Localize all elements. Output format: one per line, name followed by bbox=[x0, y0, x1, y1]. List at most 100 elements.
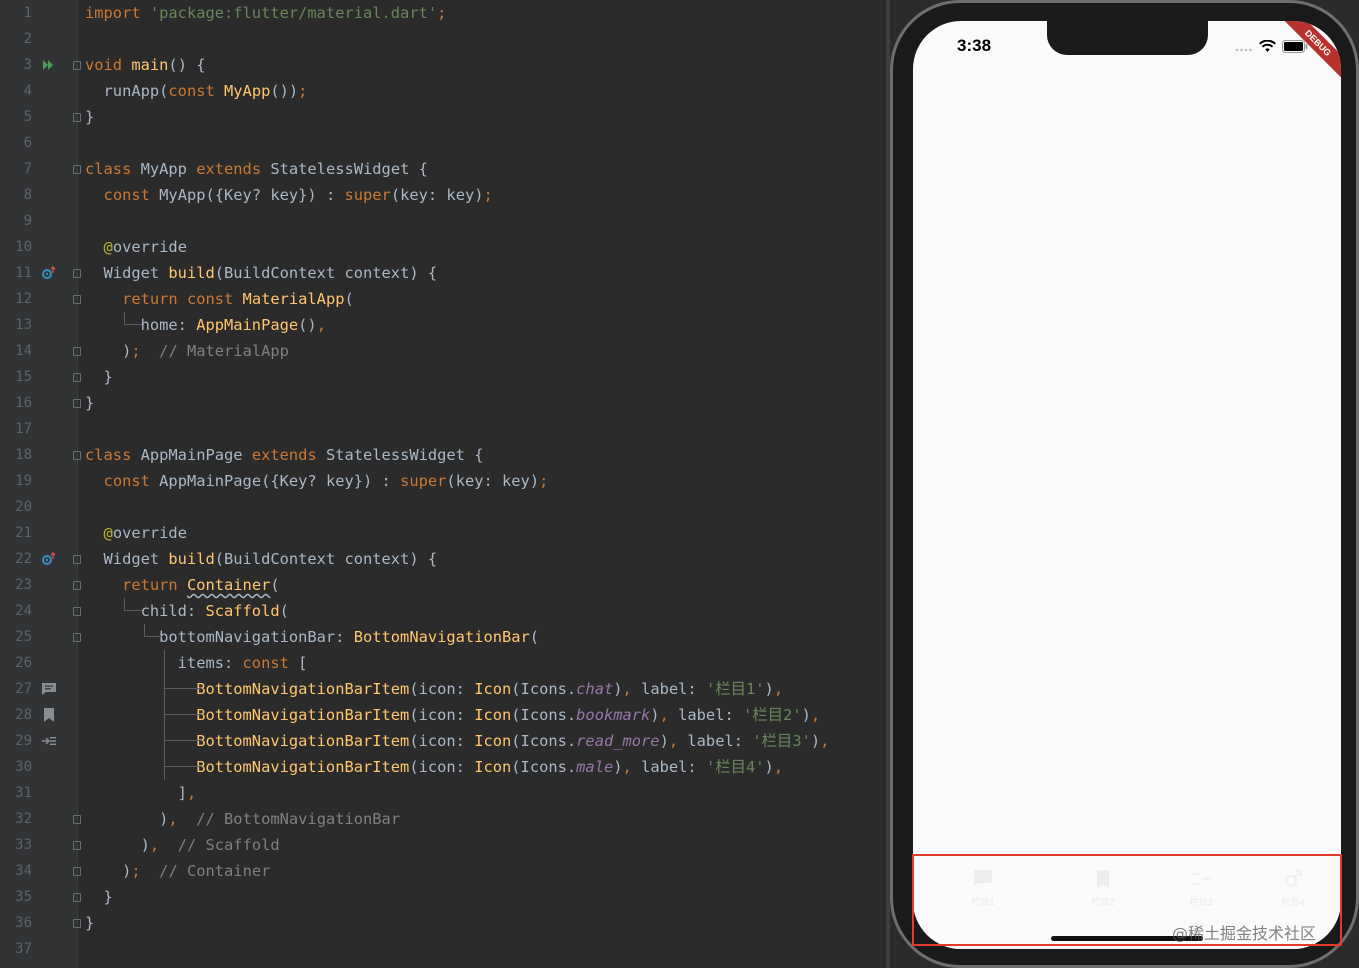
code-line[interactable]: return const MaterialApp( bbox=[78, 286, 886, 312]
code-line[interactable]: ], bbox=[78, 780, 886, 806]
run-icon[interactable] bbox=[40, 52, 58, 78]
code-line[interactable]: home: AppMainPage(), bbox=[78, 312, 886, 338]
read-more-icon[interactable] bbox=[40, 728, 58, 754]
code-token: runApp( bbox=[85, 82, 169, 100]
code-line[interactable]: } bbox=[78, 104, 886, 130]
code-line[interactable]: } bbox=[78, 910, 886, 936]
code-line[interactable]: @override bbox=[78, 520, 886, 546]
line-number[interactable]: 35 bbox=[0, 884, 32, 910]
code-token: (key: key) bbox=[390, 186, 484, 204]
line-number[interactable]: 23 bbox=[0, 572, 32, 598]
code-token: (key: key) bbox=[446, 472, 540, 490]
line-number[interactable]: 20 bbox=[0, 494, 32, 520]
line-number[interactable]: 5 bbox=[0, 104, 32, 130]
line-number[interactable]: 7 bbox=[0, 156, 32, 182]
code-line[interactable]: return Container( bbox=[78, 572, 886, 598]
code-line[interactable]: BottomNavigationBarItem(icon: Icon(Icons… bbox=[78, 754, 886, 780]
code-line[interactable]: class AppMainPage extends StatelessWidge… bbox=[78, 442, 886, 468]
code-line[interactable] bbox=[78, 936, 886, 962]
code-line[interactable] bbox=[78, 208, 886, 234]
line-number[interactable]: 11 bbox=[0, 260, 32, 286]
code-editor[interactable]: 1 2 3 4 5 6 7 8 9 10 11 12 13 14 15 16 17 18 19 20 21 22 23 24 2… bbox=[0, 0, 886, 968]
line-number[interactable]: 24 bbox=[0, 598, 32, 624]
line-number[interactable]: 12 bbox=[0, 286, 32, 312]
line-number[interactable]: 36 bbox=[0, 910, 32, 936]
code-line[interactable]: void main() { bbox=[78, 52, 886, 78]
code-token: () { bbox=[168, 56, 206, 74]
line-number[interactable]: 33 bbox=[0, 832, 32, 858]
code-token: () bbox=[298, 316, 317, 334]
code-line[interactable]: } bbox=[78, 884, 886, 910]
code-line[interactable] bbox=[78, 494, 886, 520]
code-token: @ bbox=[103, 524, 113, 542]
code-token: override bbox=[112, 524, 187, 542]
code-line[interactable]: child: Scaffold( bbox=[78, 598, 886, 624]
line-number[interactable]: 15 bbox=[0, 364, 32, 390]
code-token: (Icons. bbox=[511, 758, 577, 776]
override-icon[interactable] bbox=[40, 260, 58, 286]
code-line[interactable] bbox=[78, 26, 886, 52]
code-line[interactable]: ); // Container bbox=[78, 858, 886, 884]
code-line[interactable]: BottomNavigationBarItem(icon: Icon(Icons… bbox=[78, 702, 886, 728]
line-number[interactable]: 26 bbox=[0, 650, 32, 676]
code-line[interactable] bbox=[78, 416, 886, 442]
code-token: chat bbox=[576, 680, 614, 698]
line-number[interactable]: 28 bbox=[0, 702, 32, 728]
line-number[interactable]: 29 bbox=[0, 728, 32, 754]
phone-screen[interactable]: 3:38 DEBUG 栏目1 栏目2 栏目3 栏目4 bbox=[913, 21, 1341, 949]
line-number[interactable]: 30 bbox=[0, 754, 32, 780]
line-number[interactable]: 34 bbox=[0, 858, 32, 884]
code-line[interactable]: ), // Scaffold bbox=[78, 832, 886, 858]
code-line[interactable]: BottomNavigationBarItem(icon: Icon(Icons… bbox=[78, 676, 886, 702]
line-number[interactable]: 22 bbox=[0, 546, 32, 572]
code-token: '栏目1' bbox=[705, 680, 765, 698]
code-token: (icon: bbox=[409, 680, 475, 698]
line-number[interactable]: 2 bbox=[0, 26, 32, 52]
line-number[interactable]: 3 bbox=[0, 52, 32, 78]
line-number[interactable]: 16 bbox=[0, 390, 32, 416]
code-line[interactable]: bottomNavigationBar: BottomNavigationBar… bbox=[78, 624, 886, 650]
line-number[interactable]: 37 bbox=[0, 936, 32, 962]
code-line[interactable]: items: const [ bbox=[78, 650, 886, 676]
code-area[interactable]: import 'package:flutter/material.dart'; v… bbox=[78, 0, 886, 968]
line-number[interactable]: 4 bbox=[0, 78, 32, 104]
bookmark-icon[interactable] bbox=[40, 702, 58, 728]
line-number[interactable]: 31 bbox=[0, 780, 32, 806]
chat-icon[interactable] bbox=[40, 676, 58, 702]
code-line[interactable]: import 'package:flutter/material.dart'; bbox=[78, 0, 886, 26]
code-line[interactable]: const AppMainPage({Key? key}) : super(ke… bbox=[78, 468, 886, 494]
code-line[interactable]: const MyApp({Key? key}) : super(key: key… bbox=[78, 182, 886, 208]
line-number[interactable]: 10 bbox=[0, 234, 32, 260]
line-number[interactable]: 8 bbox=[0, 182, 32, 208]
code-line[interactable]: } bbox=[78, 364, 886, 390]
code-token: super bbox=[344, 186, 391, 204]
line-number[interactable]: 6 bbox=[0, 130, 32, 156]
code-line[interactable] bbox=[78, 130, 886, 156]
code-line[interactable]: runApp(const MyApp()); bbox=[78, 78, 886, 104]
code-line[interactable]: ); // MaterialApp bbox=[78, 338, 886, 364]
code-line[interactable]: } bbox=[78, 390, 886, 416]
line-number[interactable]: 19 bbox=[0, 468, 32, 494]
line-number[interactable]: 21 bbox=[0, 520, 32, 546]
code-line[interactable]: Widget build(BuildContext context) { bbox=[78, 546, 886, 572]
line-number[interactable]: 27 bbox=[0, 676, 32, 702]
line-number[interactable]: 17 bbox=[0, 416, 32, 442]
code-line[interactable]: Widget build(BuildContext context) { bbox=[78, 260, 886, 286]
line-number[interactable]: 9 bbox=[0, 208, 32, 234]
code-token: (icon: bbox=[409, 732, 475, 750]
code-line[interactable]: ), // BottomNavigationBar bbox=[78, 806, 886, 832]
override-icon[interactable] bbox=[40, 546, 58, 572]
code-token: // Container bbox=[159, 862, 271, 880]
line-number[interactable]: 13 bbox=[0, 312, 32, 338]
line-number[interactable]: 1 bbox=[0, 0, 32, 26]
line-number[interactable]: 14 bbox=[0, 338, 32, 364]
code-line[interactable]: @override bbox=[78, 234, 886, 260]
code-token: ; bbox=[539, 472, 549, 490]
line-number[interactable]: 32 bbox=[0, 806, 32, 832]
code-line[interactable]: class MyApp extends StatelessWidget { bbox=[78, 156, 886, 182]
code-line[interactable]: BottomNavigationBarItem(icon: Icon(Icons… bbox=[78, 728, 886, 754]
line-number[interactable]: 18 bbox=[0, 442, 32, 468]
line-number[interactable]: 25 bbox=[0, 624, 32, 650]
